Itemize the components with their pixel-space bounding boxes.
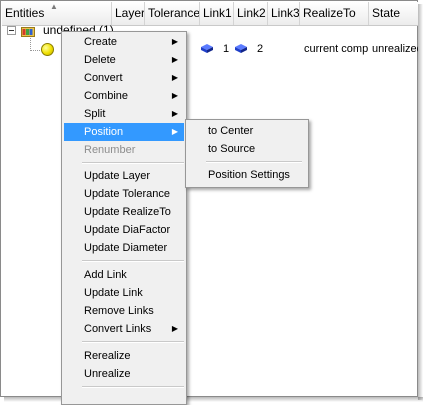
menu-separator	[206, 161, 302, 163]
column-header-label: Link2	[237, 6, 266, 20]
column-header-link2[interactable]: Link2	[234, 2, 268, 25]
column-header-realizeto[interactable]: RealizeTo	[300, 2, 369, 25]
submenu-arrow-icon: ▶	[171, 324, 178, 333]
column-header-label: Link3	[271, 6, 300, 20]
column-header-tolerance[interactable]: Tolerance	[145, 2, 200, 25]
submenu-arrow-icon: ▶	[171, 37, 178, 46]
column-header-label: Layer	[115, 6, 145, 20]
menu-separator	[82, 386, 184, 388]
link2-value: 2	[257, 43, 264, 55]
sort-ascending-icon: ▲	[50, 2, 58, 11]
menu-item-update-tolerance[interactable]: Update Tolerance	[64, 185, 184, 203]
collector-folder-icon	[21, 27, 35, 37]
column-header-label: Entities	[5, 6, 45, 20]
menu-item-split[interactable]: Split ▶	[64, 105, 184, 123]
menu-item-update-link[interactable]: Update Link	[64, 284, 184, 302]
submenu-arrow-icon: ▶	[171, 127, 178, 136]
submenu-arrow-icon: ▶	[171, 91, 178, 100]
connector-ball-icon[interactable]	[41, 43, 54, 56]
column-header-label: State	[372, 6, 401, 20]
menu-separator	[82, 260, 184, 262]
column-header-label: RealizeTo	[303, 6, 356, 20]
context-menu: Create ▶ Delete ▶ Convert ▶ Combine ▶ Split ▶…	[61, 31, 187, 405]
menu-item-delete[interactable]: Delete ▶	[64, 51, 184, 69]
menu-item-convert[interactable]: Convert ▶	[64, 69, 184, 87]
column-header-state[interactable]: State	[369, 2, 418, 25]
submenu-arrow-icon: ▶	[171, 73, 178, 82]
link-entity-icon	[201, 44, 213, 53]
menu-item-remove-links[interactable]: Remove Links	[64, 302, 184, 320]
submenu-arrow-icon: ▶	[171, 55, 178, 64]
state-value: unrealized	[372, 43, 418, 55]
link1-value: 1	[223, 43, 230, 55]
submenu-arrow-icon: ▶	[171, 109, 178, 118]
menu-item-update-diafactor[interactable]: Update DiaFactor	[64, 221, 184, 239]
column-header-label: Link1	[203, 6, 232, 20]
menu-item-add-link[interactable]: Add Link	[64, 266, 184, 284]
menu-item-rerealize[interactable]: Rerealize	[64, 347, 184, 365]
menu-item-update-layer[interactable]: Update Layer	[64, 167, 184, 185]
column-header-label: Tolerance	[148, 6, 200, 20]
panel-shadow	[418, 4, 423, 400]
menu-separator	[82, 341, 184, 343]
menu-item-update-diameter[interactable]: Update Diameter	[64, 239, 184, 257]
link-entity-icon	[235, 44, 247, 53]
column-header-link1[interactable]: Link1	[200, 2, 234, 25]
menu-item-renumber: Renumber	[84, 144, 136, 156]
menu-item-update-realizeto[interactable]: Update RealizeTo	[64, 203, 184, 221]
menu-item-position[interactable]: Position ▶	[64, 123, 184, 141]
menu-item-convert-links[interactable]: Convert Links ▶	[64, 320, 184, 338]
collapse-toggle-icon[interactable]	[7, 26, 16, 35]
menu-item-create[interactable]: Create ▶	[64, 33, 184, 51]
menu-item-unrealize[interactable]: Unrealize	[64, 365, 184, 383]
position-submenu: to Center to Source Position Settings	[185, 119, 309, 188]
menu-separator	[82, 162, 184, 164]
submenu-item-to-source[interactable]: to Source	[188, 140, 306, 158]
menu-item-combine[interactable]: Combine ▶	[64, 87, 184, 105]
column-header-link3[interactable]: Link3	[268, 2, 300, 25]
tree-connector	[30, 50, 40, 51]
submenu-item-position-settings[interactable]: Position Settings	[188, 166, 306, 184]
realizeto-value: current comp	[304, 43, 369, 55]
submenu-item-to-center[interactable]: to Center	[188, 122, 306, 140]
column-header-layer[interactable]: Layer	[112, 2, 145, 25]
